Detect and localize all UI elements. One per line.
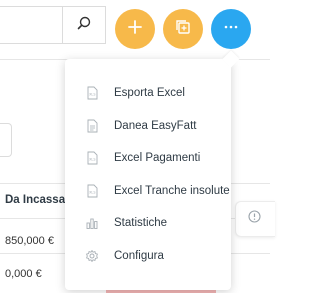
search-button[interactable] [62,6,106,44]
document-icon [85,119,99,133]
side-help-widget[interactable] [235,201,275,237]
table-cell: 0,000 € [5,268,42,280]
menu-item-statistiche[interactable]: Statistiche [65,207,231,240]
menu-item-configura[interactable]: Configura [65,240,231,273]
menu-item-excel-pagamenti[interactable]: XLS Excel Pagamenti [65,142,231,175]
menu-item-label: Statistiche [114,217,168,230]
excel-file-icon: XLS [85,184,99,198]
svg-text:XLS: XLS [89,190,95,194]
menu-item-label: Esporta Excel [114,87,185,100]
ellipsis-icon [222,18,240,41]
menu-item-excel-tranche-insolute[interactable]: XLS Excel Tranche insolute [65,175,231,208]
table-cell: 850,000 € [5,235,54,247]
search-input[interactable] [0,6,62,44]
menu-item-label: Excel Tranche insolute [114,184,230,197]
gear-icon [85,249,99,263]
svg-text:XLS: XLS [89,93,95,97]
more-options-button[interactable] [211,9,251,49]
menu-list: XLS Esporta Excel Danea EasyFatt XLS Exc… [65,59,231,272]
menu-item-label: Excel Pagamenti [114,152,201,165]
menu-item-esporta-excel[interactable]: XLS Esporta Excel [65,77,231,110]
filter-box[interactable] [0,123,12,157]
svg-text:XLS: XLS [89,158,95,162]
page: Da Incassare 850,000 € 0,000 € XLS Espor… [0,0,275,293]
copy-icon [174,18,192,41]
more-options-menu: XLS Esporta Excel Danea EasyFatt XLS Exc… [65,50,240,290]
add-button[interactable] [115,9,155,49]
search-icon [76,15,92,36]
duplicate-button[interactable] [163,9,203,49]
excel-file-icon: XLS [85,151,99,165]
menu-item-label: Configura [114,249,164,262]
menu-item-label: Danea EasyFatt [114,119,197,132]
plus-icon [126,18,144,41]
menu-item-danea-easyfatt[interactable]: Danea EasyFatt [65,110,231,143]
bar-chart-icon [85,216,99,230]
info-icon [248,210,261,228]
excel-file-icon: XLS [85,86,99,100]
